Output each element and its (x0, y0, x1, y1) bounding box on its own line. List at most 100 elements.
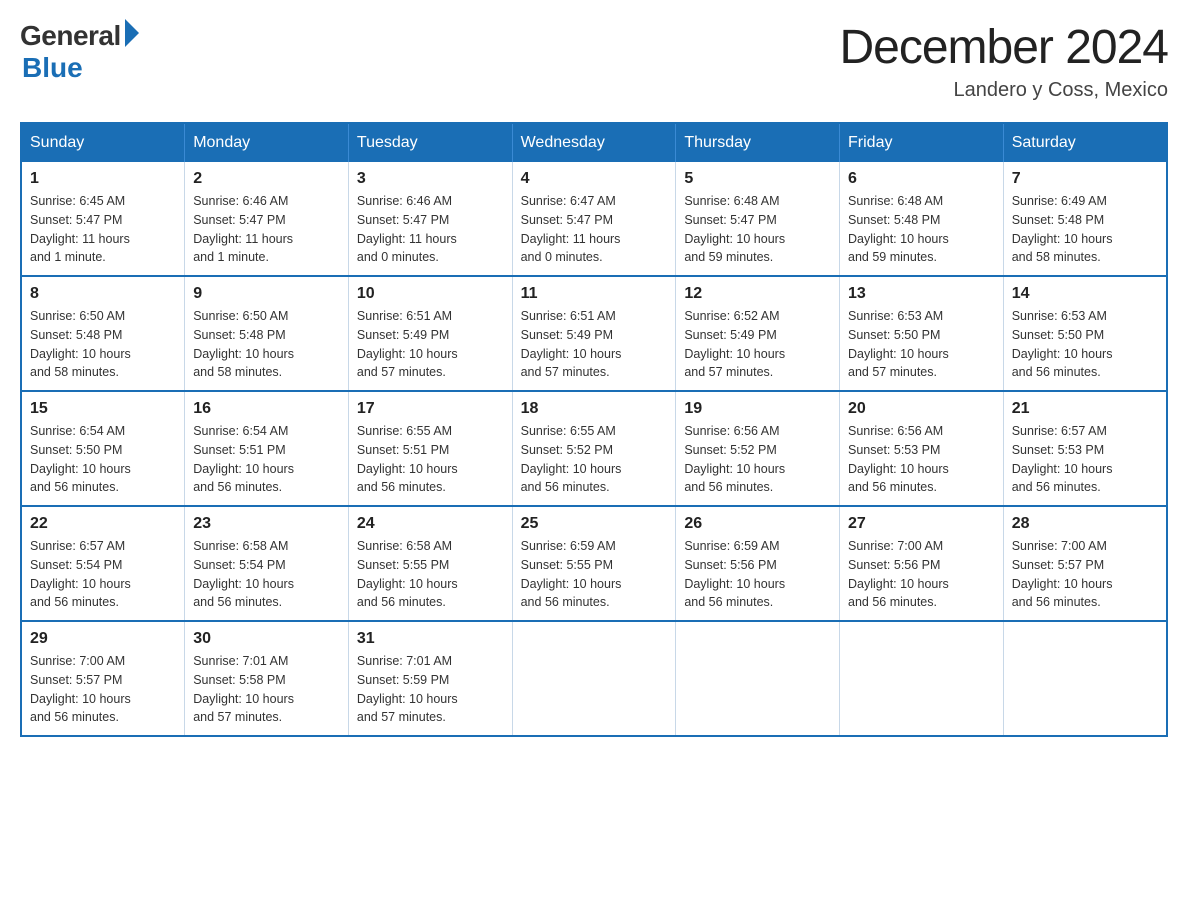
calendar-cell: 9 Sunrise: 6:50 AMSunset: 5:48 PMDaylight… (185, 276, 349, 391)
calendar-cell: 10 Sunrise: 6:51 AMSunset: 5:49 PMDayligh… (348, 276, 512, 391)
calendar-week-row: 15 Sunrise: 6:54 AMSunset: 5:50 PMDayligh… (21, 391, 1167, 506)
day-number: 27 (848, 515, 995, 533)
day-info: Sunrise: 7:00 AMSunset: 5:57 PMDaylight:… (1012, 537, 1158, 612)
day-info: Sunrise: 6:53 AMSunset: 5:50 PMDaylight:… (848, 307, 995, 382)
calendar-cell: 30 Sunrise: 7:01 AMSunset: 5:58 PMDayligh… (185, 621, 349, 736)
day-info: Sunrise: 6:53 AMSunset: 5:50 PMDaylight:… (1012, 307, 1158, 382)
day-number: 14 (1012, 285, 1158, 303)
day-info: Sunrise: 7:01 AMSunset: 5:58 PMDaylight:… (193, 652, 340, 727)
day-info: Sunrise: 6:51 AMSunset: 5:49 PMDaylight:… (357, 307, 504, 382)
logo-arrow-icon (125, 19, 139, 47)
calendar-cell: 2 Sunrise: 6:46 AMSunset: 5:47 PMDaylight… (185, 162, 349, 276)
calendar-table: SundayMondayTuesdayWednesdayThursdayFrid… (20, 122, 1168, 737)
day-info: Sunrise: 6:48 AMSunset: 5:47 PMDaylight:… (684, 192, 831, 267)
calendar-cell: 26Sunrise: 6:59 AMSunset: 5:56 PMDayligh… (676, 506, 840, 621)
day-number: 6 (848, 170, 995, 188)
day-info: Sunrise: 6:56 AMSunset: 5:52 PMDaylight:… (684, 422, 831, 497)
calendar-cell: 31Sunrise: 7:01 AMSunset: 5:59 PMDayligh… (348, 621, 512, 736)
day-number: 17 (357, 400, 504, 418)
day-number: 28 (1012, 515, 1158, 533)
day-info: Sunrise: 6:49 AMSunset: 5:48 PMDaylight:… (1012, 192, 1158, 267)
calendar-cell: 22 Sunrise: 6:57 AMSunset: 5:54 PMDayligh… (21, 506, 185, 621)
calendar-cell: 1 Sunrise: 6:45 AMSunset: 5:47 PMDaylight… (21, 162, 185, 276)
day-info: Sunrise: 6:55 AMSunset: 5:51 PMDaylight:… (357, 422, 504, 497)
calendar-cell: 17 Sunrise: 6:55 AMSunset: 5:51 PMDayligh… (348, 391, 512, 506)
page-header: General Blue December 2024 Landero y Cos… (20, 20, 1168, 102)
day-number: 7 (1012, 170, 1158, 188)
calendar-cell: 23 Sunrise: 6:58 AMSunset: 5:54 PMDayligh… (185, 506, 349, 621)
location-title: Landero y Coss, Mexico (839, 79, 1168, 102)
calendar-week-row: 22 Sunrise: 6:57 AMSunset: 5:54 PMDayligh… (21, 506, 1167, 621)
day-number: 9 (193, 285, 340, 303)
day-number: 30 (193, 630, 340, 648)
day-info: Sunrise: 6:57 AMSunset: 5:53 PMDaylight:… (1012, 422, 1158, 497)
calendar-cell: 12Sunrise: 6:52 AMSunset: 5:49 PMDayligh… (676, 276, 840, 391)
calendar-cell (1003, 621, 1167, 736)
calendar-cell: 21 Sunrise: 6:57 AMSunset: 5:53 PMDayligh… (1003, 391, 1167, 506)
day-number: 5 (684, 170, 831, 188)
calendar-cell: 27Sunrise: 7:00 AMSunset: 5:56 PMDayligh… (840, 506, 1004, 621)
day-number: 13 (848, 285, 995, 303)
day-info: Sunrise: 6:54 AMSunset: 5:51 PMDaylight:… (193, 422, 340, 497)
day-number: 8 (30, 285, 176, 303)
day-number: 23 (193, 515, 340, 533)
calendar-cell: 29 Sunrise: 7:00 AMSunset: 5:57 PMDayligh… (21, 621, 185, 736)
calendar-cell: 25Sunrise: 6:59 AMSunset: 5:55 PMDayligh… (512, 506, 676, 621)
day-info: Sunrise: 6:45 AMSunset: 5:47 PMDaylight:… (30, 192, 176, 267)
calendar-day-header: Sunday (21, 123, 185, 162)
day-number: 1 (30, 170, 176, 188)
calendar-cell: 24 Sunrise: 6:58 AMSunset: 5:55 PMDayligh… (348, 506, 512, 621)
calendar-cell: 14 Sunrise: 6:53 AMSunset: 5:50 PMDayligh… (1003, 276, 1167, 391)
logo-blue-text: Blue (22, 52, 83, 84)
day-number: 31 (357, 630, 504, 648)
calendar-day-header: Monday (185, 123, 349, 162)
day-number: 19 (684, 400, 831, 418)
day-info: Sunrise: 6:50 AMSunset: 5:48 PMDaylight:… (30, 307, 176, 382)
calendar-cell: 18Sunrise: 6:55 AMSunset: 5:52 PMDayligh… (512, 391, 676, 506)
day-info: Sunrise: 6:50 AMSunset: 5:48 PMDaylight:… (193, 307, 340, 382)
calendar-cell: 15 Sunrise: 6:54 AMSunset: 5:50 PMDayligh… (21, 391, 185, 506)
calendar-cell: 20 Sunrise: 6:56 AMSunset: 5:53 PMDayligh… (840, 391, 1004, 506)
day-number: 10 (357, 285, 504, 303)
calendar-cell: 6 Sunrise: 6:48 AMSunset: 5:48 PMDaylight… (840, 162, 1004, 276)
day-info: Sunrise: 7:00 AMSunset: 5:57 PMDaylight:… (30, 652, 176, 727)
day-info: Sunrise: 6:55 AMSunset: 5:52 PMDaylight:… (521, 422, 668, 497)
calendar-cell: 16 Sunrise: 6:54 AMSunset: 5:51 PMDayligh… (185, 391, 349, 506)
day-info: Sunrise: 6:51 AMSunset: 5:49 PMDaylight:… (521, 307, 668, 382)
day-info: Sunrise: 6:47 AMSunset: 5:47 PMDaylight:… (521, 192, 668, 267)
day-info: Sunrise: 6:46 AMSunset: 5:47 PMDaylight:… (193, 192, 340, 267)
calendar-header-row: SundayMondayTuesdayWednesdayThursdayFrid… (21, 123, 1167, 162)
logo-general-text: General (20, 20, 121, 52)
day-number: 12 (684, 285, 831, 303)
day-info: Sunrise: 6:54 AMSunset: 5:50 PMDaylight:… (30, 422, 176, 497)
day-number: 20 (848, 400, 995, 418)
day-number: 11 (521, 285, 668, 303)
calendar-cell: 28 Sunrise: 7:00 AMSunset: 5:57 PMDayligh… (1003, 506, 1167, 621)
title-area: December 2024 Landero y Coss, Mexico (839, 20, 1168, 102)
day-number: 16 (193, 400, 340, 418)
day-info: Sunrise: 6:56 AMSunset: 5:53 PMDaylight:… (848, 422, 995, 497)
day-info: Sunrise: 6:58 AMSunset: 5:54 PMDaylight:… (193, 537, 340, 612)
calendar-cell: 3Sunrise: 6:46 AMSunset: 5:47 PMDaylight… (348, 162, 512, 276)
day-number: 26 (684, 515, 831, 533)
day-info: Sunrise: 6:58 AMSunset: 5:55 PMDaylight:… (357, 537, 504, 612)
day-info: Sunrise: 6:59 AMSunset: 5:55 PMDaylight:… (521, 537, 668, 612)
calendar-week-row: 1 Sunrise: 6:45 AMSunset: 5:47 PMDaylight… (21, 162, 1167, 276)
logo: General Blue (20, 20, 139, 84)
day-number: 24 (357, 515, 504, 533)
day-number: 29 (30, 630, 176, 648)
day-info: Sunrise: 6:48 AMSunset: 5:48 PMDaylight:… (848, 192, 995, 267)
day-number: 15 (30, 400, 176, 418)
day-number: 2 (193, 170, 340, 188)
calendar-day-header: Tuesday (348, 123, 512, 162)
calendar-week-row: 8 Sunrise: 6:50 AMSunset: 5:48 PMDaylight… (21, 276, 1167, 391)
day-number: 22 (30, 515, 176, 533)
day-info: Sunrise: 6:57 AMSunset: 5:54 PMDaylight:… (30, 537, 176, 612)
day-number: 4 (521, 170, 668, 188)
calendar-day-header: Thursday (676, 123, 840, 162)
day-number: 21 (1012, 400, 1158, 418)
calendar-cell: 19 Sunrise: 6:56 AMSunset: 5:52 PMDayligh… (676, 391, 840, 506)
calendar-cell: 8 Sunrise: 6:50 AMSunset: 5:48 PMDaylight… (21, 276, 185, 391)
calendar-cell (840, 621, 1004, 736)
calendar-week-row: 29 Sunrise: 7:00 AMSunset: 5:57 PMDayligh… (21, 621, 1167, 736)
